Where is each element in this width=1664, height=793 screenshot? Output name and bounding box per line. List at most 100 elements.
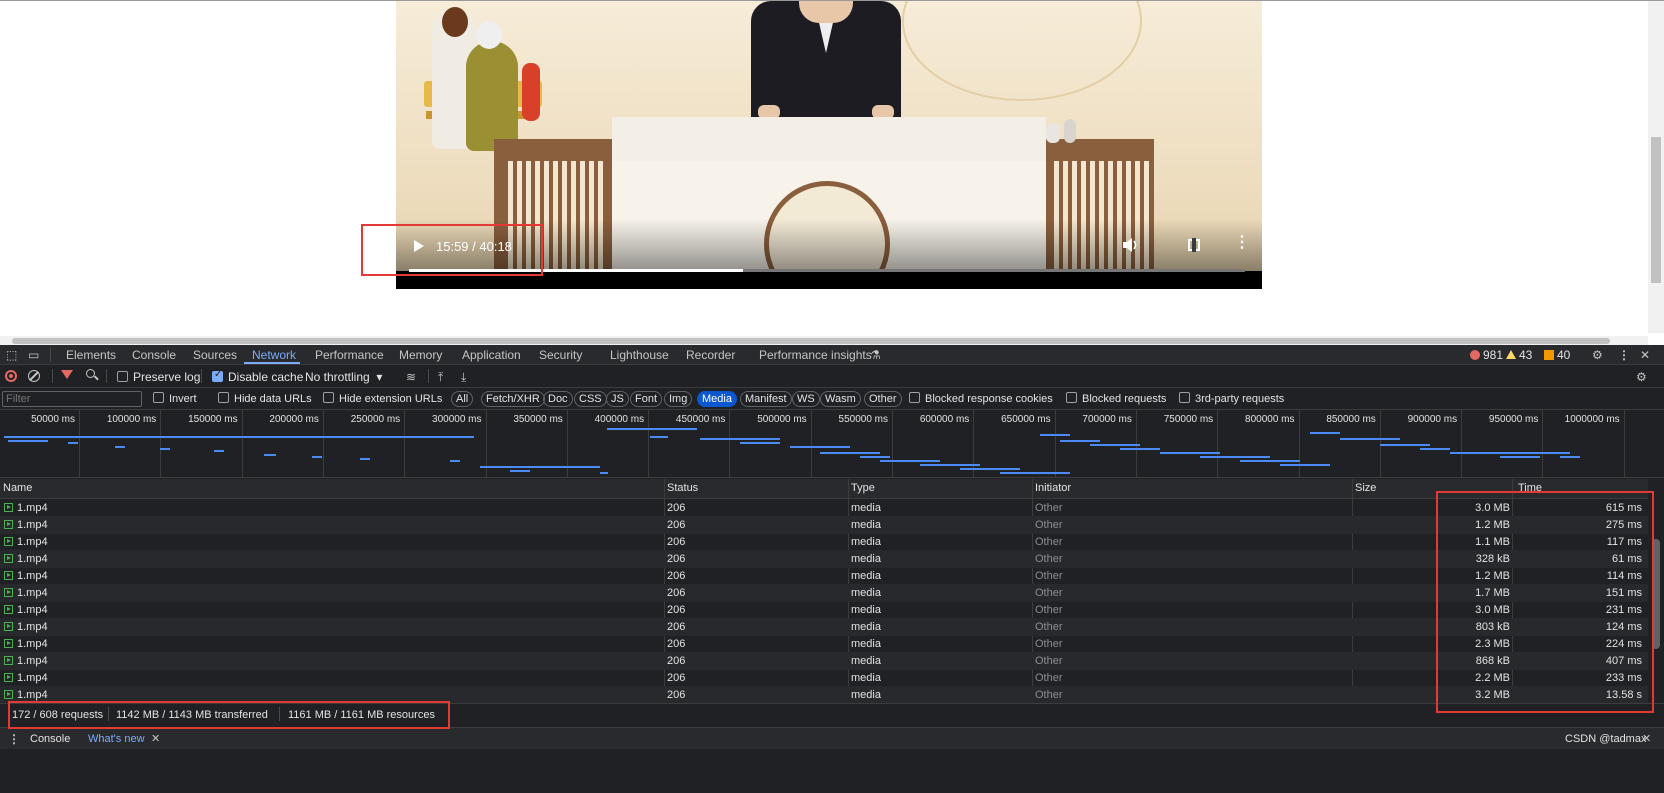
network-overview-timeline[interactable]: 50000 ms 100000 ms 150000 ms 200000 ms 25000… bbox=[0, 410, 1664, 478]
cell-type: media bbox=[851, 570, 881, 582]
timeline-request-bar bbox=[1160, 452, 1220, 454]
page-vertical-scrollbar[interactable] bbox=[1648, 1, 1664, 333]
invert-checkbox[interactable]: Invert bbox=[153, 392, 197, 405]
column-size[interactable]: Size bbox=[1355, 482, 1376, 494]
filter-input[interactable] bbox=[2, 391, 142, 407]
table-row[interactable]: 1.mp4 206 media Other 2.3 MB 224 ms bbox=[0, 635, 1648, 653]
type-filter-doc[interactable]: Doc bbox=[543, 391, 573, 407]
timeline-tick-label: 250000 ms bbox=[350, 414, 401, 425]
type-filter-fetch-xhr[interactable]: Fetch/XHR bbox=[481, 391, 545, 407]
network-conditions-icon[interactable]: ≋ bbox=[406, 370, 416, 384]
timeline-tick bbox=[648, 410, 650, 477]
close-drawer-icon[interactable]: ✕ bbox=[1642, 732, 1651, 745]
close-devtools-icon[interactable]: ✕ bbox=[1640, 348, 1650, 362]
issues-count[interactable]: 40 bbox=[1538, 348, 1570, 362]
video-scene-person bbox=[466, 41, 518, 151]
filter-icon[interactable] bbox=[61, 370, 73, 379]
cell-initiator: Other bbox=[1035, 621, 1063, 633]
type-filter-js[interactable]: JS bbox=[606, 391, 629, 407]
column-initiator[interactable]: Initiator bbox=[1035, 482, 1071, 494]
table-row[interactable]: 1.mp4 206 media Other 328 kB 61 ms bbox=[0, 550, 1648, 568]
type-filter-wasm[interactable]: Wasm bbox=[820, 391, 861, 407]
type-filter-media[interactable]: Media bbox=[697, 391, 737, 407]
tab-security[interactable]: Security bbox=[539, 348, 582, 362]
more-options-icon[interactable]: ⋮ bbox=[1234, 235, 1250, 251]
type-filter-ws[interactable]: WS bbox=[792, 391, 820, 407]
tab-recorder[interactable]: Recorder bbox=[686, 348, 735, 362]
table-row[interactable]: 1.mp4 206 media Other 2.2 MB 233 ms bbox=[0, 669, 1648, 687]
tab-application[interactable]: Application bbox=[462, 348, 521, 362]
blocked-requests-checkbox[interactable]: Blocked requests bbox=[1066, 392, 1166, 405]
media-file-icon bbox=[4, 690, 13, 699]
media-file-icon bbox=[4, 673, 13, 682]
close-tab-icon[interactable]: ✕ bbox=[151, 732, 160, 745]
column-name[interactable]: Name bbox=[3, 482, 32, 494]
network-settings-icon[interactable]: ⚙ bbox=[1636, 370, 1647, 384]
drawer-menu-icon[interactable]: ⋮ bbox=[8, 732, 20, 746]
disable-cache-checkbox[interactable]: Disable cache bbox=[212, 369, 303, 384]
timeline-request-bar bbox=[8, 440, 48, 442]
table-row[interactable]: 1.mp4 206 media Other 1.2 MB 275 ms bbox=[0, 516, 1648, 534]
tab-network[interactable]: Network bbox=[252, 348, 296, 362]
tab-elements[interactable]: Elements bbox=[66, 348, 116, 362]
drawer-tab-console[interactable]: Console bbox=[30, 733, 70, 745]
tab-performance-insights[interactable]: Performance insights bbox=[759, 348, 872, 362]
third-party-requests-checkbox[interactable]: 3rd-party requests bbox=[1179, 392, 1284, 405]
column-type[interactable]: Type bbox=[851, 482, 875, 494]
cell-type: media bbox=[851, 655, 881, 667]
inspect-element-icon[interactable]: ⬚ bbox=[6, 348, 17, 362]
timeline-request-bar bbox=[115, 446, 125, 448]
search-icon[interactable] bbox=[86, 369, 95, 378]
network-toolbar: Preserve log Disable cache No throttling… bbox=[0, 366, 1664, 388]
cell-name: 1.mp4 bbox=[4, 672, 48, 684]
import-har-icon[interactable]: ⤒ bbox=[438, 370, 443, 384]
warning-count[interactable]: 43 bbox=[1500, 348, 1532, 362]
timeline-tick bbox=[322, 410, 324, 477]
table-row[interactable]: 1.mp4 206 media Other 1.2 MB 114 ms bbox=[0, 567, 1648, 585]
type-filter-css[interactable]: CSS bbox=[574, 391, 607, 407]
timeline-request-bar bbox=[1280, 464, 1330, 466]
hide-extension-urls-checkbox[interactable]: Hide extension URLs bbox=[323, 392, 442, 405]
throttling-select[interactable]: No throttling ▾ bbox=[305, 370, 382, 384]
table-row[interactable]: 1.mp4 206 media Other 3.0 MB 615 ms bbox=[0, 499, 1648, 517]
cell-name: 1.mp4 bbox=[4, 638, 48, 650]
settings-icon[interactable]: ⚙ bbox=[1592, 348, 1603, 362]
media-file-icon bbox=[4, 605, 13, 614]
drawer-tab-whats-new[interactable]: What's new bbox=[88, 733, 145, 745]
blocked-response-cookies-checkbox[interactable]: Blocked response cookies bbox=[909, 392, 1053, 405]
tab-performance[interactable]: Performance bbox=[315, 348, 384, 362]
record-icon[interactable] bbox=[5, 370, 17, 382]
type-filter-manifest[interactable]: Manifest bbox=[740, 391, 792, 407]
export-har-icon[interactable]: ⤓ bbox=[461, 370, 466, 384]
type-filter-all[interactable]: All bbox=[451, 391, 474, 407]
table-row[interactable]: 1.mp4 206 media Other 3.0 MB 231 ms bbox=[0, 601, 1648, 619]
tab-lighthouse[interactable]: Lighthouse bbox=[610, 348, 669, 362]
device-toolbar-icon[interactable]: ▭ bbox=[28, 348, 39, 362]
column-status[interactable]: Status bbox=[667, 482, 698, 494]
table-row[interactable]: 1.mp4 206 media Other 868 kB 407 ms bbox=[0, 652, 1648, 670]
table-row[interactable]: 1.mp4 206 media Other 1.7 MB 151 ms bbox=[0, 584, 1648, 602]
hide-data-urls-checkbox[interactable]: Hide data URLs bbox=[218, 392, 312, 405]
more-menu-icon[interactable]: ⋮ bbox=[1618, 348, 1630, 362]
tab-memory[interactable]: Memory bbox=[399, 348, 442, 362]
cell-status: 206 bbox=[667, 519, 686, 531]
tab-sources[interactable]: Sources bbox=[193, 348, 237, 362]
table-row[interactable]: 1.mp4 206 media Other 803 kB 124 ms bbox=[0, 618, 1648, 636]
timeline-request-bar bbox=[700, 438, 780, 440]
timeline-tick bbox=[241, 410, 243, 477]
error-icon bbox=[1470, 350, 1480, 360]
error-count[interactable]: 981 bbox=[1470, 348, 1503, 362]
preserve-log-checkbox[interactable]: Preserve log bbox=[117, 370, 200, 384]
timeline-tick bbox=[1298, 410, 1300, 477]
type-filter-img[interactable]: Img bbox=[664, 391, 693, 407]
type-filter-other[interactable]: Other bbox=[864, 391, 902, 407]
clear-icon[interactable] bbox=[28, 370, 40, 382]
timeline-tick-label: 750000 ms bbox=[1163, 414, 1214, 425]
timeline-tick bbox=[810, 410, 812, 477]
fullscreen-icon[interactable] bbox=[1188, 238, 1200, 252]
table-row[interactable]: 1.mp4 206 media Other 1.1 MB 117 ms bbox=[0, 533, 1648, 551]
timeline-tick-label: 150000 ms bbox=[188, 414, 238, 425]
tab-console[interactable]: Console bbox=[132, 348, 176, 362]
type-filter-font[interactable]: Font bbox=[630, 391, 663, 407]
volume-icon[interactable] bbox=[1122, 237, 1140, 253]
